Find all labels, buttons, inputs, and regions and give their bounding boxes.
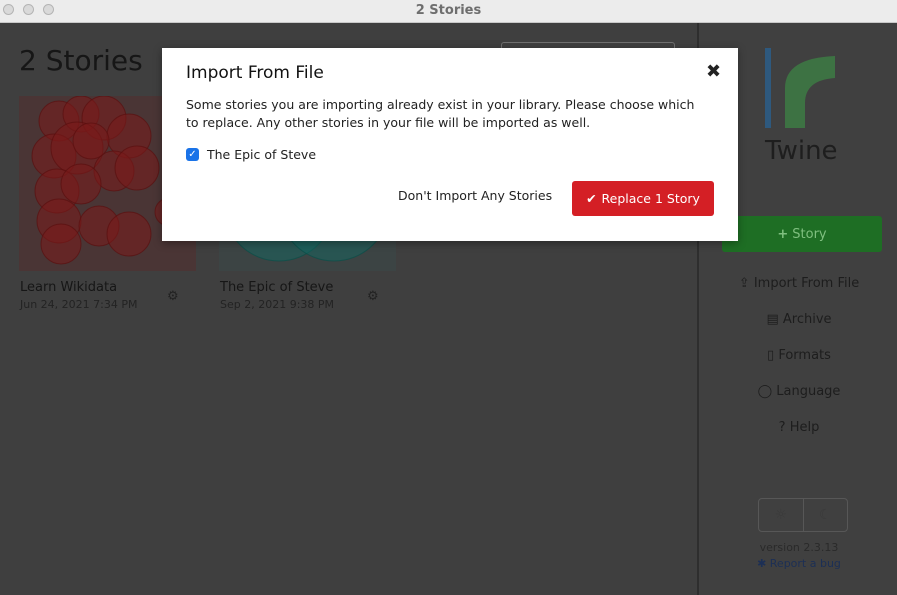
comment-icon: ◯ — [757, 384, 773, 399]
help-label: Help — [789, 420, 820, 435]
plus-icon: + — [777, 226, 789, 242]
import-label: Import From File — [753, 276, 860, 291]
story-button-label: Story — [792, 226, 827, 242]
file-code-icon: ▯ — [767, 348, 775, 363]
dont-import-button[interactable]: Don't Import Any Stories — [398, 188, 552, 203]
dialog-message: Some stories you are importing already e… — [186, 97, 695, 130]
close-icon[interactable]: ✖ — [706, 61, 721, 82]
theme-toggle: ☼ ☾ — [758, 498, 848, 532]
report-bug-label: Report a bug — [769, 557, 841, 570]
bug-icon: ✱ — [757, 557, 767, 570]
new-story-button[interactable]: + Story — [722, 216, 882, 252]
story-date: Jun 24, 2021 7:34 PM — [20, 298, 138, 311]
formats-button[interactable]: ▯ Formats — [699, 348, 897, 363]
gear-icon[interactable]: ⚙ — [367, 289, 379, 304]
dialog-title: Import From File — [186, 63, 324, 83]
version-label: version 2.3.13 — [759, 541, 839, 554]
formats-label: Formats — [778, 348, 831, 363]
twine-logo-icon — [765, 48, 835, 128]
archive-icon: ▤ — [766, 312, 779, 327]
check-icon: ✔ — [586, 191, 597, 206]
archive-label: Archive — [782, 312, 832, 327]
help-button[interactable]: ? Help — [699, 420, 897, 435]
import-dialog: Import From File ✖ Some stories you are … — [162, 48, 738, 241]
replace-story-option[interactable]: ✓ The Epic of Steve — [186, 147, 316, 162]
title-bar: 2 Stories — [0, 0, 897, 23]
checkbox-label: The Epic of Steve — [207, 147, 317, 162]
replace-button-label: Replace 1 Story — [601, 191, 700, 206]
upload-icon: ⇪ — [738, 276, 750, 291]
language-button[interactable]: ◯ Language — [699, 384, 897, 399]
report-bug-link[interactable]: ✱ Report a bug — [699, 557, 897, 570]
window-title: 2 Stories — [415, 3, 482, 18]
question-circle-icon: ? — [778, 420, 786, 435]
story-title: The Epic of Steve — [220, 280, 334, 295]
replace-story-button[interactable]: ✔ Replace 1 Story — [572, 181, 714, 216]
page-title: 2 Stories — [19, 44, 143, 77]
language-label: Language — [776, 384, 841, 399]
sun-icon[interactable]: ☼ — [759, 499, 804, 531]
app-name: Twine — [765, 136, 838, 166]
moon-icon[interactable]: ☾ — [804, 499, 848, 531]
replace-story-checkbox[interactable]: ✓ — [186, 148, 199, 161]
gear-icon[interactable]: ⚙ — [167, 289, 179, 304]
story-title: Learn Wikidata — [20, 280, 118, 295]
import-from-file-button[interactable]: ⇪ Import From File — [699, 276, 897, 291]
archive-button[interactable]: ▤ Archive — [699, 312, 897, 327]
story-date: Sep 2, 2021 9:38 PM — [220, 298, 335, 311]
